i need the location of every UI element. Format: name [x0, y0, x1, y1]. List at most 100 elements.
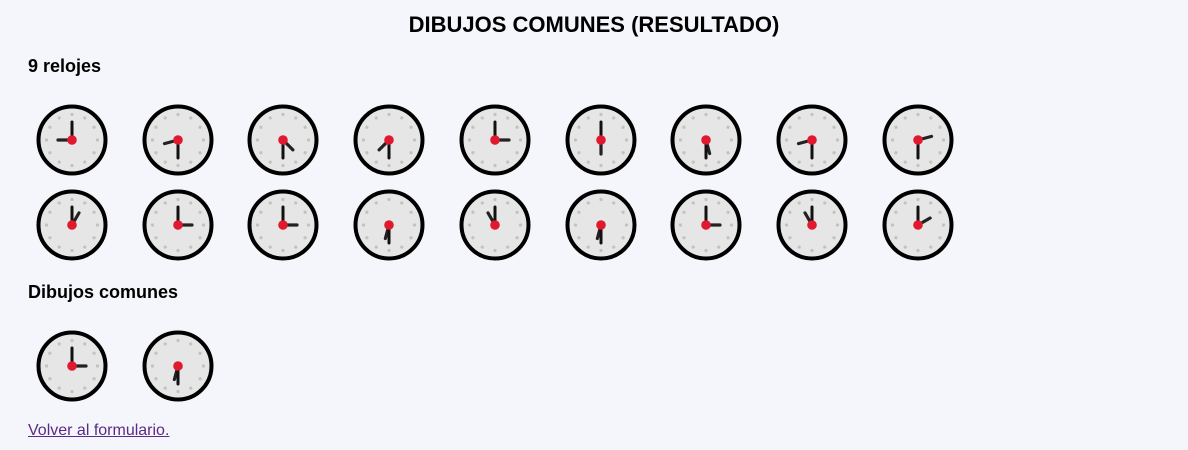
hour-marker	[409, 125, 413, 129]
hour-marker	[624, 138, 629, 142]
hour-marker	[682, 210, 686, 214]
hour-marker	[929, 245, 933, 249]
hour-marker	[44, 364, 49, 368]
hour-marker	[890, 138, 895, 142]
hour-marker	[57, 160, 61, 164]
hour-marker	[303, 236, 307, 240]
hour-marker	[810, 163, 814, 168]
hour-marker	[95, 138, 100, 142]
hour-marker	[281, 197, 285, 202]
hour-marker	[409, 210, 413, 214]
center-dot	[490, 220, 500, 230]
hour-marker	[506, 245, 510, 249]
hour-marker	[57, 342, 61, 346]
hour-marker	[938, 236, 942, 240]
hour-marker	[189, 386, 193, 390]
hour-marker	[198, 377, 202, 381]
hour-marker	[48, 151, 52, 155]
hour-marker	[467, 223, 472, 227]
hour-marker	[150, 138, 155, 142]
hour-marker	[176, 338, 180, 343]
hour-marker	[92, 236, 96, 240]
hour-marker	[729, 138, 734, 142]
hour-marker	[621, 210, 625, 214]
hour-marker	[493, 112, 497, 117]
hour-marker	[471, 125, 475, 129]
hour-marker	[154, 125, 158, 129]
center-dot	[701, 220, 711, 230]
hour-marker	[916, 163, 920, 168]
hour-marker	[95, 364, 100, 368]
hour-marker	[573, 223, 578, 227]
clock-icon	[776, 104, 848, 176]
clock-icon	[776, 189, 848, 261]
hour-marker	[903, 116, 907, 120]
hour-marker	[916, 197, 920, 202]
hour-marker	[797, 245, 801, 249]
clock-icon	[882, 189, 954, 261]
clock-icon	[36, 104, 108, 176]
hour-marker	[303, 125, 307, 129]
hour-marker	[682, 236, 686, 240]
hour-marker	[599, 197, 603, 202]
hour-marker	[823, 116, 827, 120]
hour-marker	[916, 112, 920, 117]
hour-marker	[176, 112, 180, 117]
hour-marker	[493, 163, 497, 168]
hour-marker	[95, 223, 100, 227]
hour-marker	[823, 245, 827, 249]
center-dot	[278, 135, 288, 145]
hour-marker	[281, 112, 285, 117]
back-to-form-link[interactable]: Volver al formulario.	[28, 421, 169, 441]
hour-marker	[704, 197, 708, 202]
hour-marker	[70, 197, 74, 202]
hour-marker	[268, 201, 272, 205]
hour-marker	[198, 236, 202, 240]
hour-marker	[48, 351, 52, 355]
hour-marker	[163, 245, 167, 249]
hour-marker	[506, 160, 510, 164]
hour-marker	[163, 386, 167, 390]
clock-icon	[882, 104, 954, 176]
hour-marker	[70, 389, 74, 394]
hour-marker	[903, 160, 907, 164]
hour-marker	[515, 210, 519, 214]
hour-marker	[612, 201, 616, 205]
hour-marker	[365, 236, 369, 240]
hour-marker	[92, 151, 96, 155]
hour-marker	[387, 163, 391, 168]
clock-icon	[670, 189, 742, 261]
center-dot	[490, 135, 500, 145]
hour-marker	[294, 116, 298, 120]
hour-marker	[412, 138, 417, 142]
hour-marker	[894, 210, 898, 214]
hour-marker	[682, 151, 686, 155]
hour-marker	[788, 151, 792, 155]
hour-marker	[810, 112, 814, 117]
hour-marker	[57, 116, 61, 120]
center-dot	[701, 135, 711, 145]
hour-marker	[717, 116, 721, 120]
clock-icon	[142, 104, 214, 176]
hour-marker	[784, 223, 789, 227]
hour-marker	[929, 160, 933, 164]
hour-marker	[154, 236, 158, 240]
hour-marker	[894, 125, 898, 129]
hour-marker	[154, 210, 158, 214]
hour-marker	[374, 160, 378, 164]
hour-marker	[573, 138, 578, 142]
hour-marker	[682, 125, 686, 129]
hour-marker	[303, 151, 307, 155]
hour-marker	[577, 210, 581, 214]
hour-marker	[678, 138, 683, 142]
hour-marker	[480, 116, 484, 120]
center-dot	[807, 220, 817, 230]
hour-marker	[163, 342, 167, 346]
hour-marker	[678, 223, 683, 227]
clock-icon	[36, 189, 108, 261]
hour-marker	[493, 197, 497, 202]
hour-marker	[471, 210, 475, 214]
hour-marker	[467, 138, 472, 142]
hour-marker	[189, 160, 193, 164]
hour-marker	[784, 138, 789, 142]
